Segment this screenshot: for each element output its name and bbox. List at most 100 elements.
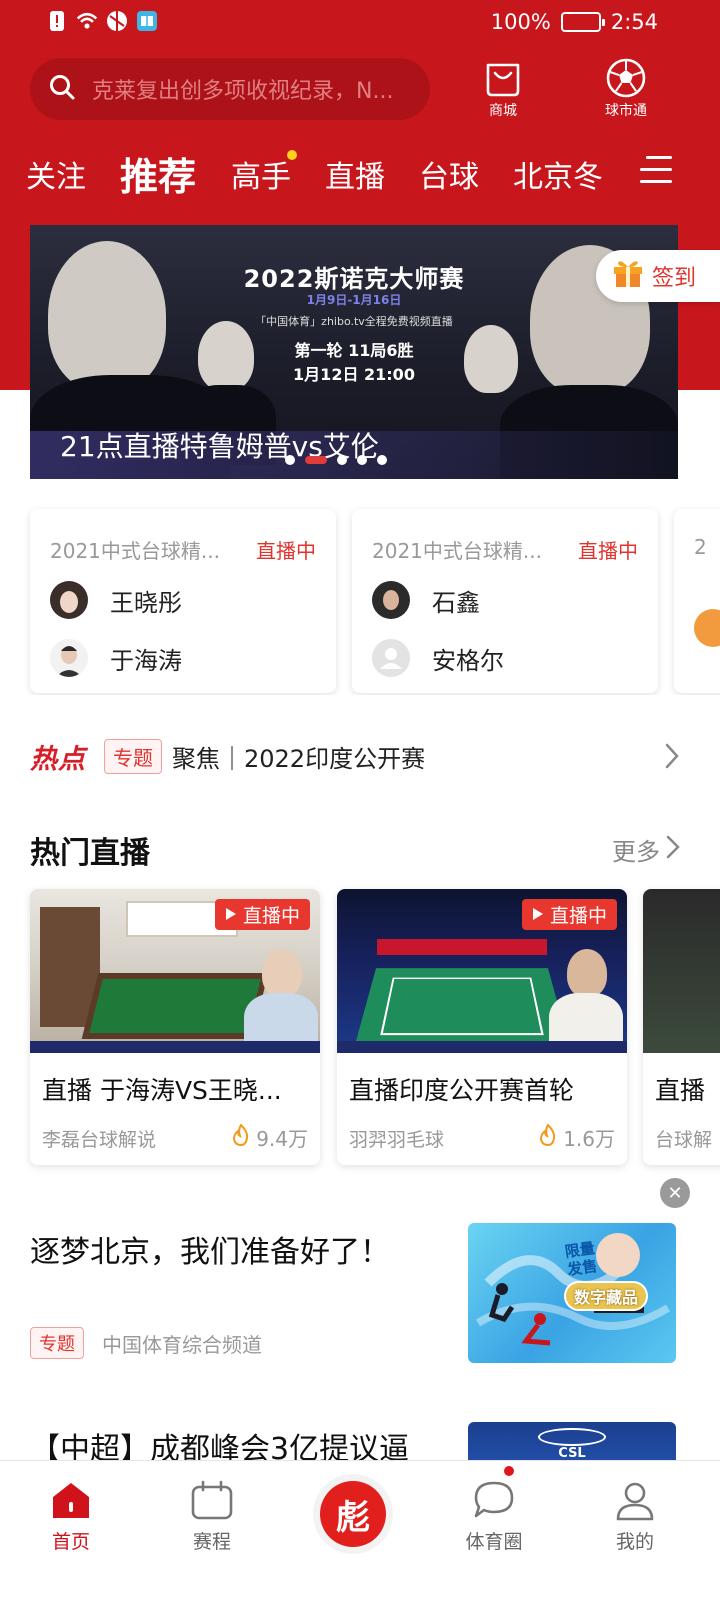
heat-value: 1.6万 (563, 1127, 615, 1151)
live-title: 直播 于海涛VS王晓... (42, 1076, 282, 1105)
article-card[interactable]: 逐梦北京，我们准备好了！ 专题 中国体育综合频道 限量 发售 数字藏品 (30, 1205, 690, 1375)
chevron-right-icon (664, 742, 680, 774)
article-source: 中国体育综合频道 (102, 1332, 262, 1357)
signin-button[interactable]: 签到 (596, 250, 720, 302)
live-thumbnail (643, 889, 720, 1053)
hot-live-title: 热门直播 (30, 836, 150, 871)
live-card[interactable]: 直播中 直播印度公开赛首轮 羽羿羽毛球 1.6万 (337, 889, 627, 1165)
article-thumbnail: 限量 发售 数字藏品 (468, 1223, 676, 1363)
player-row: 于海涛 (50, 639, 182, 677)
mall-label: 商城 (489, 103, 517, 119)
status-bar: 100% 2:54 (0, 0, 720, 46)
heat-count: 9.4万 (232, 1123, 308, 1152)
channel-menu-button[interactable] (640, 150, 676, 190)
more-label: 更多 (612, 838, 660, 866)
biao-logo: 彪 (320, 1481, 386, 1547)
mall-button[interactable]: 商城 (463, 56, 543, 120)
home-icon (26, 1473, 116, 1527)
avatar (372, 581, 410, 619)
nav-schedule[interactable]: 赛程 (167, 1473, 257, 1554)
notification-dot (502, 1464, 516, 1478)
tab-experts[interactable]: 高手 (231, 150, 297, 196)
tab-billiards[interactable]: 台球 (419, 152, 479, 196)
match-title: 2 (694, 535, 707, 559)
signin-label: 签到 (652, 266, 697, 291)
match-status: 直播中 (256, 539, 316, 563)
live-card[interactable]: 直播 台球解 (643, 889, 720, 1165)
match-title: 2021中式台球精... (50, 539, 220, 563)
nav-home-label: 首页 (51, 1531, 90, 1553)
default-avatar-icon (372, 639, 410, 677)
search-placeholder: 克莱复出创多项收视纪录，N... (92, 79, 394, 104)
match-card[interactable]: 2021中式台球精... 直播中 石鑫 安格尔 (352, 509, 658, 693)
market-label: 球市通 (605, 103, 647, 119)
player-name: 安格尔 (432, 646, 504, 675)
new-dot (287, 150, 297, 160)
search-bar[interactable]: 克莱复出创多项收视纪录，N... (30, 58, 430, 120)
heat-value: 9.4万 (256, 1127, 308, 1151)
battery-percent: 100% (490, 10, 551, 34)
tab-follow[interactable]: 关注 (26, 152, 86, 196)
avatar (694, 609, 720, 647)
match-card[interactable]: 2 (674, 509, 720, 693)
banner-dates: 1月9日-1月16日 (306, 293, 402, 307)
live-card[interactable]: 直播中 直播 于海涛VS王晓... 李磊台球解说 9.4万 (30, 889, 320, 1165)
live-badge-label: 直播中 (242, 905, 300, 927)
gift-icon (612, 258, 644, 294)
live-thumbnail: 直播中 (30, 889, 320, 1053)
avatar (50, 639, 88, 677)
clock: 2:54 (610, 10, 658, 34)
csl-logo: CSL (558, 1446, 586, 1461)
live-badge-label: 直播中 (549, 905, 607, 927)
center-action-button[interactable]: 彪 (313, 1474, 393, 1554)
close-icon[interactable]: ✕ (660, 1178, 690, 1208)
ball-app-icon (106, 10, 128, 32)
tab-beijing-winter[interactable]: 北京冬 (513, 152, 607, 196)
banner-broadcast: 「中国体育」zhibo.tv全程免费视频直播 (255, 315, 453, 328)
player-row: 石鑫 (372, 581, 480, 619)
avatar (50, 581, 88, 619)
chat-bubble-icon (449, 1473, 539, 1527)
match-title: 2021中式台球精... (372, 539, 542, 563)
tab-live[interactable]: 直播 (325, 152, 385, 196)
banner-carousel[interactable]: 2022斯诺克大师赛 1月9日-1月16日 「中国体育」zhibo.tv全程免费… (30, 225, 678, 479)
nav-community-label: 体育圈 (465, 1531, 523, 1553)
match-card[interactable]: 2021中式台球精... 直播中 王晓彤 于海涛 (30, 509, 336, 693)
play-icon (532, 904, 544, 926)
play-icon (225, 904, 237, 926)
promo-label: 数字藏品 (564, 1281, 649, 1311)
hot-logo: 热点 (30, 743, 86, 775)
live-title: 直播 (655, 1076, 706, 1105)
match-status: 直播中 (578, 539, 638, 563)
live-badge: 直播中 (214, 899, 310, 930)
flame-icon (539, 1123, 557, 1151)
nav-community[interactable]: 体育圈 (449, 1473, 539, 1554)
battery-icon (560, 12, 605, 32)
chevron-right-icon (666, 834, 680, 866)
hot-live-scroll[interactable]: 直播中 直播 于海涛VS王晓... 李磊台球解说 9.4万 直播中 直播印度公开… (0, 885, 720, 1175)
banner-round: 第一轮 11局6胜 (294, 341, 414, 360)
article-meta: 专题 中国体育综合频道 (30, 1327, 262, 1359)
article-card[interactable]: 【中超】成都峰会3亿提议逼 CSL (30, 1420, 690, 1465)
football-icon (586, 56, 666, 100)
user-icon (590, 1473, 680, 1527)
topic-tag: 专题 (104, 738, 162, 774)
calendar-icon (167, 1473, 257, 1527)
player-row: 安格尔 (372, 639, 504, 677)
topic-tag: 专题 (30, 1327, 84, 1359)
article-title: 逐梦北京，我们准备好了！ (30, 1235, 390, 1270)
match-scroll[interactable]: 2021中式台球精... 直播中 王晓彤 于海涛 2021中式台球精... 直播… (0, 505, 720, 695)
nav-profile[interactable]: 我的 (590, 1473, 680, 1554)
player-name: 于海涛 (110, 646, 182, 675)
wifi-icon (76, 10, 98, 32)
tab-recommend[interactable]: 推荐 (120, 146, 196, 201)
live-badge: 直播中 (521, 899, 617, 930)
channel-tabs: 关注 推荐 高手 直播 台球 北京冬 (0, 140, 720, 204)
hot-topic-text: 聚焦｜2022印度公开赛 (172, 744, 426, 773)
flame-icon (232, 1123, 250, 1151)
market-button[interactable]: 球市通 (586, 56, 666, 120)
hot-topic-row[interactable]: 热点 专题 聚焦｜2022印度公开赛 (30, 728, 690, 784)
banner-event-title: 2022斯诺克大师赛 (243, 265, 465, 293)
nav-home[interactable]: 首页 (26, 1473, 116, 1554)
more-button[interactable]: 更多 (612, 832, 680, 867)
